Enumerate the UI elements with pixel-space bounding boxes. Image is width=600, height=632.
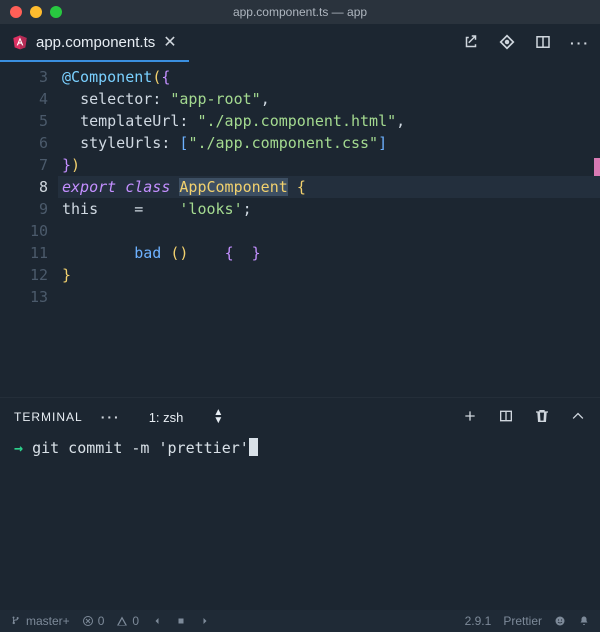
line-number: 7 bbox=[0, 154, 48, 176]
warnings-status[interactable]: 0 bbox=[116, 614, 139, 628]
split-terminal-icon[interactable] bbox=[498, 408, 514, 427]
maximize-panel-icon[interactable] bbox=[570, 408, 586, 427]
terminal-selector-label: 1: zsh bbox=[149, 410, 184, 425]
code-line[interactable]: }) bbox=[62, 154, 600, 176]
errors-status[interactable]: 0 bbox=[82, 614, 105, 628]
code-editor[interactable]: 345678910111213 @Component({ selector: "… bbox=[0, 62, 600, 397]
feedback-icon[interactable] bbox=[554, 615, 566, 627]
panel-title[interactable]: TERMINAL bbox=[14, 410, 83, 424]
error-icon bbox=[82, 615, 94, 627]
terminal-body[interactable]: → git commit -m 'prettier' bbox=[0, 436, 600, 459]
line-number: 8 bbox=[0, 176, 48, 198]
window-minimize-button[interactable] bbox=[30, 6, 42, 18]
window-zoom-button[interactable] bbox=[50, 6, 62, 18]
window-title: app.component.ts — app bbox=[0, 5, 600, 19]
panel-more-icon[interactable]: ··· bbox=[101, 409, 121, 425]
angular-icon bbox=[12, 34, 28, 50]
code-line[interactable]: export class AppComponent { bbox=[58, 176, 600, 198]
tab-app-component[interactable]: app.component.ts ✕ bbox=[0, 24, 189, 62]
terminal-cursor bbox=[249, 438, 258, 456]
code-line[interactable] bbox=[62, 286, 600, 308]
status-bar: master+ 0 0 2.9.1 Prettier bbox=[0, 610, 600, 632]
more-actions-icon[interactable]: ··· bbox=[570, 35, 590, 51]
prettier-version[interactable]: 2.9.1 bbox=[465, 614, 492, 628]
code-area[interactable]: @Component({ selector: "app-root", templ… bbox=[62, 62, 600, 397]
tab-filename: app.component.ts bbox=[36, 34, 155, 51]
debug-forward-icon[interactable] bbox=[199, 615, 211, 627]
split-editor-icon[interactable] bbox=[534, 33, 552, 54]
terminal-panel: TERMINAL ··· 1: zsh ▲▼ → git commit -m '… bbox=[0, 397, 600, 610]
code-line[interactable]: styleUrls: ["./app.component.css"] bbox=[62, 132, 600, 154]
tab-close-icon[interactable]: ✕ bbox=[163, 32, 176, 52]
line-number: 10 bbox=[0, 220, 48, 242]
line-number: 13 bbox=[0, 286, 48, 308]
notifications-icon[interactable] bbox=[578, 615, 590, 627]
line-number: 3 bbox=[0, 66, 48, 88]
debug-stop-icon[interactable] bbox=[175, 615, 187, 627]
terminal-command: git commit -m 'prettier' bbox=[32, 439, 249, 457]
code-line[interactable]: templateUrl: "./app.component.html", bbox=[62, 110, 600, 132]
prettier-status[interactable]: Prettier bbox=[503, 614, 542, 628]
line-number: 5 bbox=[0, 110, 48, 132]
prompt-arrow-icon: → bbox=[14, 439, 23, 457]
debug-back-icon[interactable] bbox=[151, 615, 163, 627]
line-number-gutter: 345678910111213 bbox=[0, 62, 62, 397]
code-line[interactable]: @Component({ bbox=[62, 66, 600, 88]
line-number: 9 bbox=[0, 198, 48, 220]
minimap-marker bbox=[594, 158, 600, 176]
window-titlebar: app.component.ts — app bbox=[0, 0, 600, 24]
editor-tabbar: app.component.ts ✕ ··· bbox=[0, 24, 600, 62]
warning-icon bbox=[116, 615, 128, 627]
code-line[interactable]: this = 'looks'; bbox=[62, 198, 600, 220]
line-number: 6 bbox=[0, 132, 48, 154]
compare-changes-icon[interactable] bbox=[462, 33, 480, 54]
code-line[interactable]: bad () { } bbox=[62, 242, 600, 264]
code-line[interactable]: } bbox=[62, 264, 600, 286]
code-line[interactable]: selector: "app-root", bbox=[62, 88, 600, 110]
code-line[interactable] bbox=[62, 220, 600, 242]
line-number: 4 bbox=[0, 88, 48, 110]
line-number: 11 bbox=[0, 242, 48, 264]
git-branch-status[interactable]: master+ bbox=[10, 614, 70, 628]
line-number: 12 bbox=[0, 264, 48, 286]
new-terminal-icon[interactable] bbox=[462, 408, 478, 427]
source-control-icon[interactable] bbox=[498, 33, 516, 54]
window-close-button[interactable] bbox=[10, 6, 22, 18]
dropdown-arrows-icon: ▲▼ bbox=[213, 409, 223, 425]
git-branch-icon bbox=[10, 615, 22, 627]
terminal-selector[interactable]: 1: zsh ▲▼ bbox=[139, 407, 234, 427]
kill-terminal-icon[interactable] bbox=[534, 408, 550, 427]
